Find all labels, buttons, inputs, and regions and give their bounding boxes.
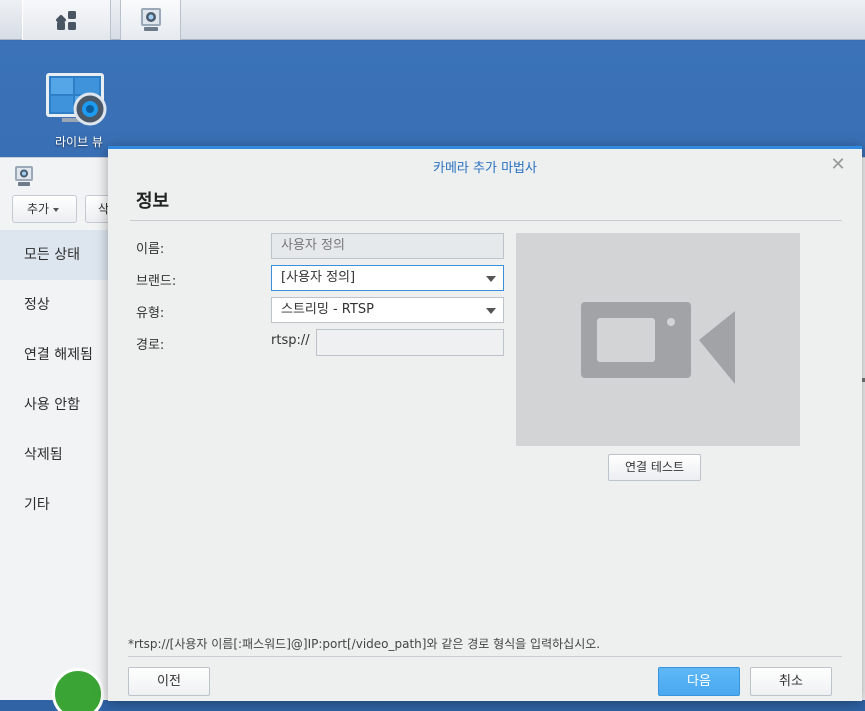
name-label: 이름: — [136, 242, 165, 257]
chevron-down-icon — [486, 276, 496, 282]
taskbar — [0, 0, 865, 40]
status-indicator — [52, 668, 104, 711]
brand-select[interactable]: [사용자 정의] — [271, 265, 504, 291]
path-label: 경로: — [136, 338, 165, 353]
sidebar-item-all[interactable]: 모든 상태 — [0, 230, 110, 280]
sidebar-item-normal[interactable]: 정상 — [0, 280, 110, 330]
main-menu-button[interactable] — [22, 0, 111, 40]
name-field[interactable]: 사용자 정의 — [271, 233, 504, 259]
next-button[interactable]: 다음 — [658, 667, 740, 696]
footer-divider — [128, 656, 842, 657]
dialog-title: 카메라 추가 마법사 — [433, 161, 537, 176]
path-prefix: rtsp:// — [271, 333, 310, 348]
grid-icon — [55, 11, 76, 30]
cancel-button[interactable]: 취소 — [750, 667, 832, 696]
sidebar-item-disabled[interactable]: 사용 안함 — [0, 380, 110, 430]
path-input[interactable] — [316, 329, 504, 356]
add-button[interactable]: 추가 — [12, 195, 77, 223]
previous-button[interactable]: 이전 — [128, 667, 210, 696]
chevron-down-icon — [486, 308, 496, 314]
add-button-label: 추가 — [27, 202, 50, 216]
sidebar-item-other[interactable]: 기타 — [0, 480, 110, 530]
live-view-icon — [46, 73, 107, 126]
test-connection-button[interactable]: 연결 테스트 — [608, 454, 701, 481]
type-select-value: 스트리밍 - RTSP — [281, 302, 374, 317]
divider — [130, 220, 842, 221]
path-format-hint: *rtsp://[사용자 이름[:패스워드]@]IP:port[/video_p… — [128, 637, 601, 651]
video-camera-icon — [581, 302, 735, 384]
type-select[interactable]: 스트리밍 - RTSP — [271, 297, 504, 323]
sidebar-item-disconnected[interactable]: 연결 해제됨 — [0, 330, 110, 380]
brand-label: 브랜드: — [136, 274, 177, 289]
status-sidebar: 모든 상태 정상 연결 해제됨 사용 안함 삭제됨 기타 — [0, 230, 110, 530]
live-view-label: 라이브 뷰 — [55, 135, 103, 149]
surveillance-camera-icon — [15, 166, 33, 186]
section-heading: 정보 — [136, 191, 170, 212]
add-camera-wizard: 카메라 추가 마법사 ✕ 정보 이름: 사용자 정의 브랜드: [사용자 정의]… — [108, 146, 862, 701]
camera-preview — [516, 233, 800, 446]
taskbar-app-button[interactable] — [120, 0, 181, 40]
sidebar-item-deleted[interactable]: 삭제됨 — [0, 430, 110, 480]
chevron-down-icon — [53, 207, 60, 212]
brand-select-value: [사용자 정의] — [281, 270, 356, 285]
surveillance-camera-icon — [140, 8, 161, 31]
close-icon[interactable]: ✕ — [829, 156, 847, 174]
live-view-shortcut[interactable] — [44, 71, 110, 133]
type-label: 유형: — [136, 306, 165, 321]
